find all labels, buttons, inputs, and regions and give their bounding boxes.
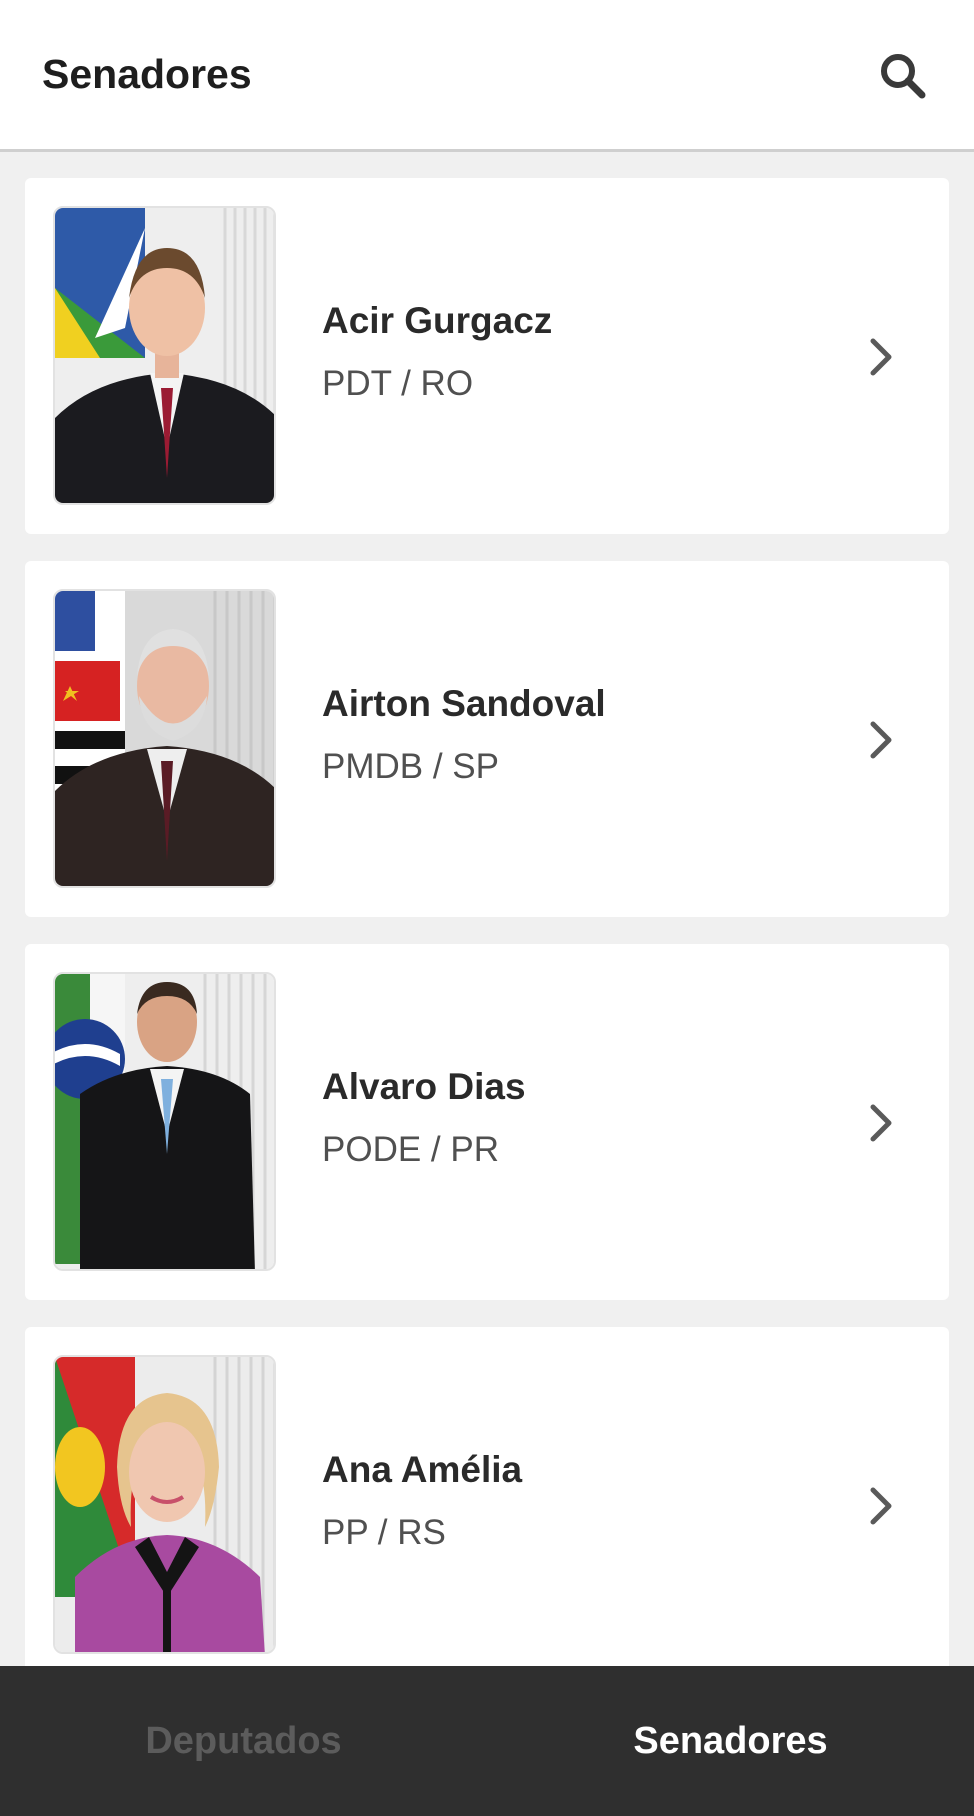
senator-card[interactable]: Airton Sandoval PMDB / SP [25,561,949,917]
chevron-right-icon [870,1487,892,1525]
senator-name: Acir Gurgacz [322,300,553,341]
senator-party: PP / RS [322,1513,446,1552]
chevron-right-icon [870,721,892,759]
senator-party: PMDB / SP [322,747,499,786]
senator-photo [53,589,276,888]
app-bar: Senadores [0,0,974,152]
page-title: Senadores [42,51,252,97]
senator-party: PDT / RO [322,364,474,403]
senator-name: Airton Sandoval [322,683,606,724]
chevron-right-icon [870,1104,892,1142]
search-button[interactable] [874,47,930,103]
search-icon [881,53,926,98]
senator-photo [53,206,276,505]
senator-card[interactable]: Ana Amélia PP / RS [25,1327,949,1683]
tab-senadores[interactable]: Senadores [487,1666,974,1816]
bottom-nav: Deputados Senadores [0,1666,974,1816]
senator-photo [53,1355,276,1654]
senator-name: Alvaro Dias [322,1066,526,1107]
senator-list: Acir Gurgacz PDT / RO Airton Sandoval PM… [25,178,949,1710]
senator-card[interactable]: Acir Gurgacz PDT / RO [25,178,949,534]
senator-photo [53,972,276,1271]
senator-name: Ana Amélia [322,1449,523,1490]
senator-party: PODE / PR [322,1130,499,1169]
tab-deputados[interactable]: Deputados [0,1666,487,1816]
chevron-right-icon [870,338,892,376]
senator-card[interactable]: Alvaro Dias PODE / PR [25,944,949,1300]
